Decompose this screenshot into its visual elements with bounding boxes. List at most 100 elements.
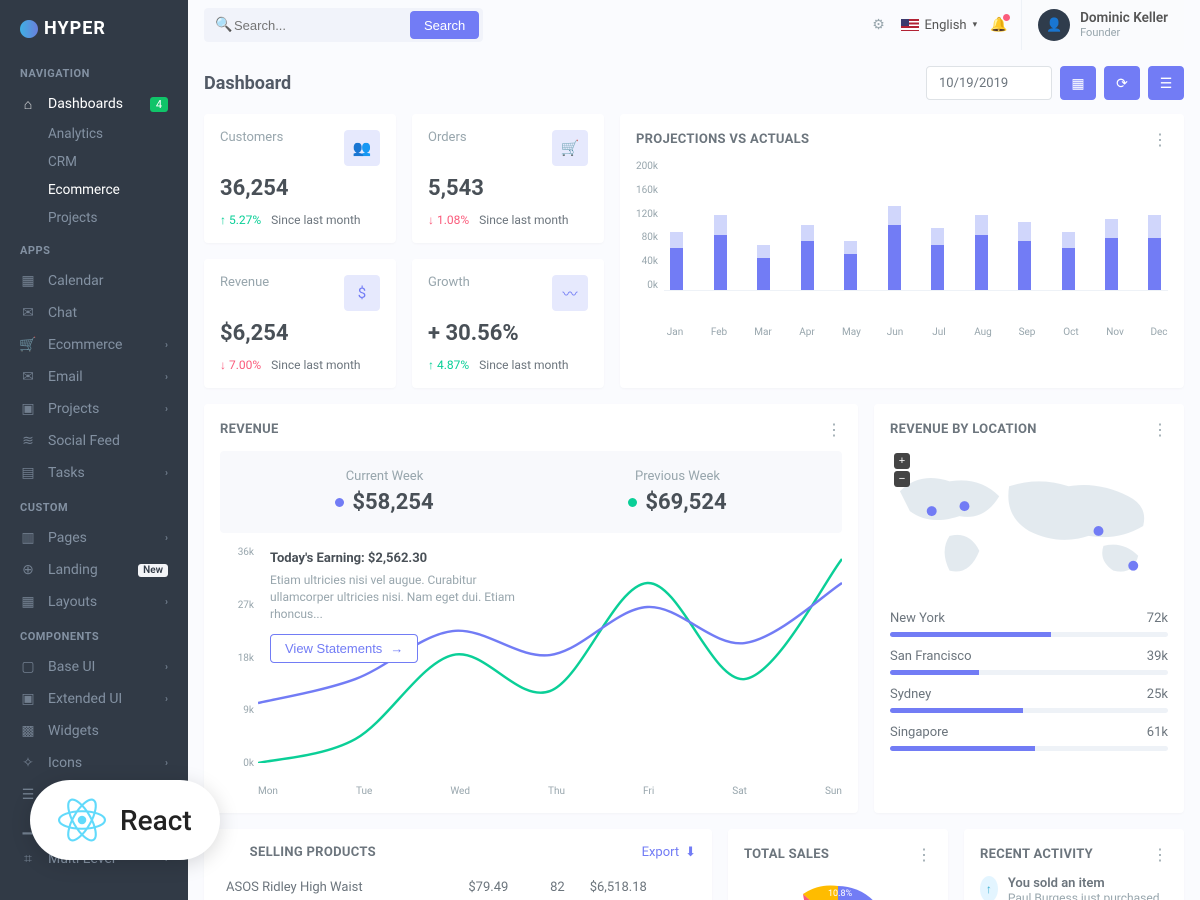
arrow-right-icon: →	[390, 641, 403, 656]
box-icon: ▢	[20, 659, 36, 675]
chevron-right-icon: ›	[165, 340, 168, 351]
mail-icon: ✉	[20, 369, 36, 385]
search-icon: 🔍	[214, 15, 234, 35]
brand-logo[interactable]: HYPER	[0, 18, 188, 55]
user-menu[interactable]: 👤 Dominic Keller Founder	[1021, 0, 1184, 50]
sidebar-item-pages[interactable]: ▥Pages›	[0, 522, 188, 554]
globe-icon: ⊕	[20, 562, 36, 578]
main-area: 🔍 Search ⚙ English ▾ 🔔 👤 Dominic Keller …	[188, 0, 1200, 900]
more-icon[interactable]: ⋮	[826, 420, 842, 439]
gift-icon: ▩	[20, 723, 36, 739]
projections-card: PROJECTIONS VS ACTUALS⋮ 200k160k120k80k4…	[620, 114, 1184, 388]
new-badge: New	[138, 564, 168, 577]
filter-icon: ☰	[1160, 75, 1173, 92]
pulse-icon: 〰	[552, 275, 588, 311]
chevron-right-icon: ›	[165, 533, 168, 544]
revenue-chart: 36k27k18k9k0k MonTueWedThuFriSatSun Toda…	[220, 547, 842, 797]
chevron-right-icon: ›	[165, 662, 168, 673]
stat-orders: Orders🛒 5,543 ↓ 1.08%Since last month	[412, 114, 604, 243]
location-row: New York72k	[890, 611, 1168, 637]
sidebar-item-ecommerce-app[interactable]: 🛒Ecommerce›	[0, 329, 188, 361]
more-icon[interactable]: ⋮	[916, 845, 932, 864]
download-icon: ⬇	[685, 845, 696, 860]
chevron-right-icon: ›	[165, 468, 168, 479]
sparkle-icon: ✧	[20, 755, 36, 771]
refresh-button[interactable]: ⟳	[1104, 66, 1140, 100]
sidebar-item-chat[interactable]: ✉Chat	[0, 297, 188, 329]
cart-icon: 🛒	[20, 337, 36, 353]
flag-us-icon	[901, 19, 919, 31]
table-row[interactable]: ASOS Ridley High Waist $79.49 82 $6,518.…	[222, 874, 694, 900]
home-icon: ⌂	[20, 96, 36, 112]
sidebar-item-social[interactable]: ≋Social Feed	[0, 425, 188, 457]
zoom-out-button[interactable]: −	[894, 471, 910, 487]
location-row: Sydney25k	[890, 687, 1168, 713]
language-switcher[interactable]: English ▾	[901, 18, 978, 33]
nav-section-custom: CUSTOM	[0, 489, 188, 522]
donut-chart: 10.8%28.0%	[778, 876, 898, 900]
layout-icon: ▦	[20, 594, 36, 610]
chevron-right-icon: ›	[165, 758, 168, 769]
rss-icon: ≋	[20, 433, 36, 449]
user-role: Founder	[1080, 26, 1168, 39]
bell-icon[interactable]: 🔔	[989, 15, 1009, 35]
search-input[interactable]	[234, 18, 410, 33]
sidebar-item-layouts[interactable]: ▦Layouts›	[0, 586, 188, 618]
more-icon[interactable]: ⋮	[1152, 130, 1168, 149]
view-statements-button[interactable]: View Statements→	[270, 634, 418, 663]
sidebar-sub-projects[interactable]: Projects	[0, 204, 188, 232]
pages-icon: ▥	[20, 530, 36, 546]
page-title: Dashboard	[204, 73, 291, 94]
projections-x-axis: JanFebMarAprMayJunJulAugSepOctNovDec	[666, 327, 1168, 338]
more-icon[interactable]: ⋮	[1152, 420, 1168, 439]
trend-down-icon: ↓ 7.00%	[220, 358, 261, 372]
more-icon[interactable]: ⋮	[1152, 845, 1168, 864]
nav-section-components: COMPONENTS	[0, 618, 188, 651]
location-card: REVENUE BY LOCATION⋮ +− New York72kSan F…	[874, 404, 1184, 813]
trend-up-icon: ↑ 4.87%	[428, 358, 469, 372]
products-table: ASOS Ridley High Waist $79.49 82 $6,518.…	[220, 872, 696, 900]
filter-button[interactable]: ☰	[1148, 66, 1184, 100]
sidebar-item-projects-app[interactable]: ▣Projects›	[0, 393, 188, 425]
sidebar-sub-crm[interactable]: CRM	[0, 148, 188, 176]
trend-up-icon: ↑ 5.27%	[220, 213, 261, 227]
users-icon: 👥	[344, 130, 380, 166]
sidebar-item-calendar[interactable]: ▦Calendar	[0, 265, 188, 297]
projections-y-axis: 200k160k120k80k40k0k	[636, 161, 664, 291]
search-button[interactable]: Search	[410, 11, 479, 39]
sidebar-item-extendedui[interactable]: ▣Extended UI›	[0, 683, 188, 715]
gear-icon[interactable]: ⚙	[869, 15, 889, 35]
upload-icon: ↑	[980, 876, 998, 900]
sidebar-item-tasks[interactable]: ▤Tasks›	[0, 457, 188, 489]
logo-icon	[20, 20, 38, 38]
calendar-icon: ▦	[1071, 75, 1084, 92]
sidebar-item-icons[interactable]: ✧Icons›	[0, 747, 188, 779]
refresh-icon: ⟳	[1116, 75, 1128, 92]
nav-section-apps: APPS	[0, 232, 188, 265]
sidebar-item-landing[interactable]: ⊕LandingNew	[0, 554, 188, 586]
sidebar-item-email[interactable]: ✉Email›	[0, 361, 188, 393]
sidebar-item-baseui[interactable]: ▢Base UI›	[0, 651, 188, 683]
dashboards-badge: 4	[150, 97, 168, 112]
stat-growth: Growth〰 + 30.56% ↑ 4.87%Since last month	[412, 259, 604, 388]
zoom-in-button[interactable]: +	[894, 453, 910, 469]
sidebar-item-dashboards[interactable]: ⌂ Dashboards 4	[0, 88, 188, 120]
sidebar-sub-ecommerce[interactable]: Ecommerce	[0, 176, 188, 204]
share-icon: ⌗	[20, 851, 36, 867]
activity-item: ↑ You sold an item Paul Burgess just pur…	[980, 876, 1168, 900]
search-box: 🔍 Search	[204, 8, 483, 42]
dollar-icon: $	[344, 275, 380, 311]
calendar-button[interactable]: ▦	[1060, 66, 1096, 100]
sidebar-sub-analytics[interactable]: Analytics	[0, 120, 188, 148]
date-input[interactable]: 10/19/2019	[926, 66, 1052, 100]
chevron-right-icon: ›	[165, 597, 168, 608]
world-map[interactable]: +−	[890, 451, 1168, 601]
sales-card: TOTAL SALES⋮ 10.8%28.0%	[728, 829, 948, 900]
export-button[interactable]: Export⬇	[642, 845, 696, 860]
chevron-right-icon: ›	[165, 404, 168, 415]
cart-icon: 🛒	[552, 130, 588, 166]
briefcase-icon: ▣	[20, 401, 36, 417]
svg-text:10.8%: 10.8%	[828, 889, 853, 899]
sidebar-item-widgets[interactable]: ▩Widgets	[0, 715, 188, 747]
revenue-card: REVENUE⋮ Current Week $58,254 Previous W…	[204, 404, 858, 813]
